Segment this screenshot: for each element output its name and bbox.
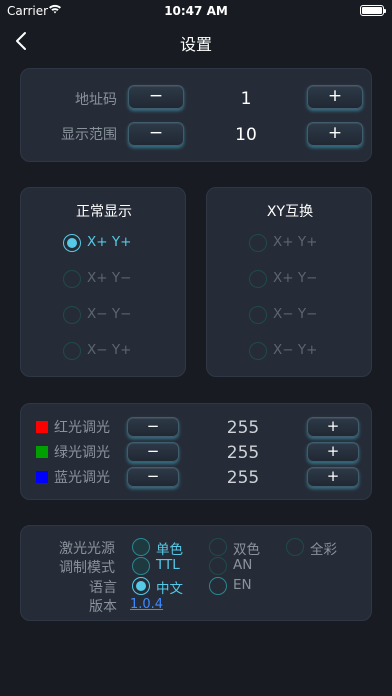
laser-source-label: 激光光源 <box>59 541 115 557</box>
normal-display-option-label: X− Y+ <box>87 342 132 358</box>
red-decrement-button[interactable]: − <box>127 417 179 437</box>
green-decrement-button[interactable]: − <box>127 442 179 462</box>
xy-swap-option-label: X+ Y+ <box>273 234 318 250</box>
xy-swap-title: XY互换 <box>266 204 314 220</box>
laser-source-dual-radio-icon[interactable] <box>209 538 227 556</box>
blue-dimming-value: 255 <box>226 468 260 488</box>
normal-display-option-label: X+ Y− <box>87 270 132 286</box>
radio-unselected-icon[interactable] <box>63 342 81 360</box>
red-increment-button[interactable]: + <box>307 417 359 437</box>
dimming-panel: 红光调光 − 255 + 绿光调光 − 255 + 蓝光调光 − 255 + <box>20 403 372 500</box>
radio-unselected-icon[interactable] <box>63 306 81 324</box>
red-dimming-value: 255 <box>226 418 260 438</box>
xy-swap-option-label: X− Y+ <box>273 342 318 358</box>
normal-display-title: 正常显示 <box>76 204 132 220</box>
version-link[interactable]: 1.0.4 <box>130 597 163 612</box>
radio-unselected-icon[interactable] <box>249 342 267 360</box>
blue-swatch <box>36 471 48 483</box>
display-range-value: 10 <box>235 125 257 145</box>
blue-increment-button[interactable]: + <box>307 467 359 487</box>
xy-swap-option-label: X− Y− <box>273 306 318 322</box>
normal-display-panel: 正常显示 X+ Y+ X+ Y− X− Y− X− Y+ <box>20 187 186 377</box>
address-range-panel: 地址码 − 1 + 显示范围 − 10 + <box>20 68 372 162</box>
language-english-radio-icon[interactable] <box>209 577 227 595</box>
language-label: 语言 <box>89 580 117 596</box>
device-settings-panel: 激光光源 单色 双色 全彩 调制模式 TTL AN 语言 中文 EN 版本 1.… <box>20 525 372 621</box>
laser-source-full-color-radio-icon[interactable] <box>286 538 304 556</box>
display-range-increment-button[interactable]: + <box>307 122 363 146</box>
language-chinese-label[interactable]: 中文 <box>156 577 183 597</box>
laser-source-dual-label[interactable]: 双色 <box>233 538 260 558</box>
laser-source-full-color-label[interactable]: 全彩 <box>310 538 337 558</box>
display-range-decrement-button[interactable]: − <box>128 122 184 146</box>
display-range-label: 显示范围 <box>61 127 117 143</box>
green-dimming-value: 255 <box>226 443 260 463</box>
version-label: 版本 <box>89 599 117 615</box>
normal-display-option-label: X+ Y+ <box>87 234 132 250</box>
address-value: 1 <box>240 89 252 109</box>
address-decrement-button[interactable]: − <box>128 85 184 109</box>
blue-decrement-button[interactable]: − <box>127 467 179 487</box>
page-title: 设置 <box>179 35 212 54</box>
red-dimming-label: 红光调光 <box>54 420 110 436</box>
clock: 10:47 AM <box>164 4 228 18</box>
red-swatch <box>36 421 48 433</box>
status-bar: Carrier 10:47 AM <box>0 0 392 22</box>
green-increment-button[interactable]: + <box>307 442 359 462</box>
address-increment-button[interactable]: + <box>307 85 363 109</box>
normal-display-option-label: X− Y− <box>87 306 132 322</box>
laser-source-mono-label[interactable]: 单色 <box>156 538 183 558</box>
modulation-ttl-label[interactable]: TTL <box>156 557 180 573</box>
xy-swap-panel: XY互换 X+ Y+ X+ Y− X− Y− X− Y+ <box>206 187 372 377</box>
radio-unselected-icon[interactable] <box>249 306 267 324</box>
battery-icon <box>360 5 386 16</box>
modulation-an-label[interactable]: AN <box>233 557 252 573</box>
language-chinese-radio-icon[interactable] <box>132 577 150 595</box>
modulation-ttl-radio-icon[interactable] <box>132 557 150 575</box>
green-dimming-label: 绿光调光 <box>54 445 110 461</box>
address-label: 地址码 <box>75 92 117 108</box>
radio-unselected-icon[interactable] <box>249 270 267 288</box>
blue-dimming-label: 蓝光调光 <box>54 470 110 486</box>
laser-source-mono-radio-icon[interactable] <box>132 538 150 556</box>
nav-bar: 设置 <box>0 22 392 62</box>
language-english-label[interactable]: EN <box>233 577 252 593</box>
green-swatch <box>36 446 48 458</box>
xy-swap-option-label: X+ Y− <box>273 270 318 286</box>
radio-selected-icon[interactable] <box>63 234 81 252</box>
modulation-label: 调制模式 <box>59 560 115 576</box>
radio-unselected-icon[interactable] <box>63 270 81 288</box>
radio-unselected-icon[interactable] <box>249 234 267 252</box>
modulation-an-radio-icon[interactable] <box>209 557 227 575</box>
